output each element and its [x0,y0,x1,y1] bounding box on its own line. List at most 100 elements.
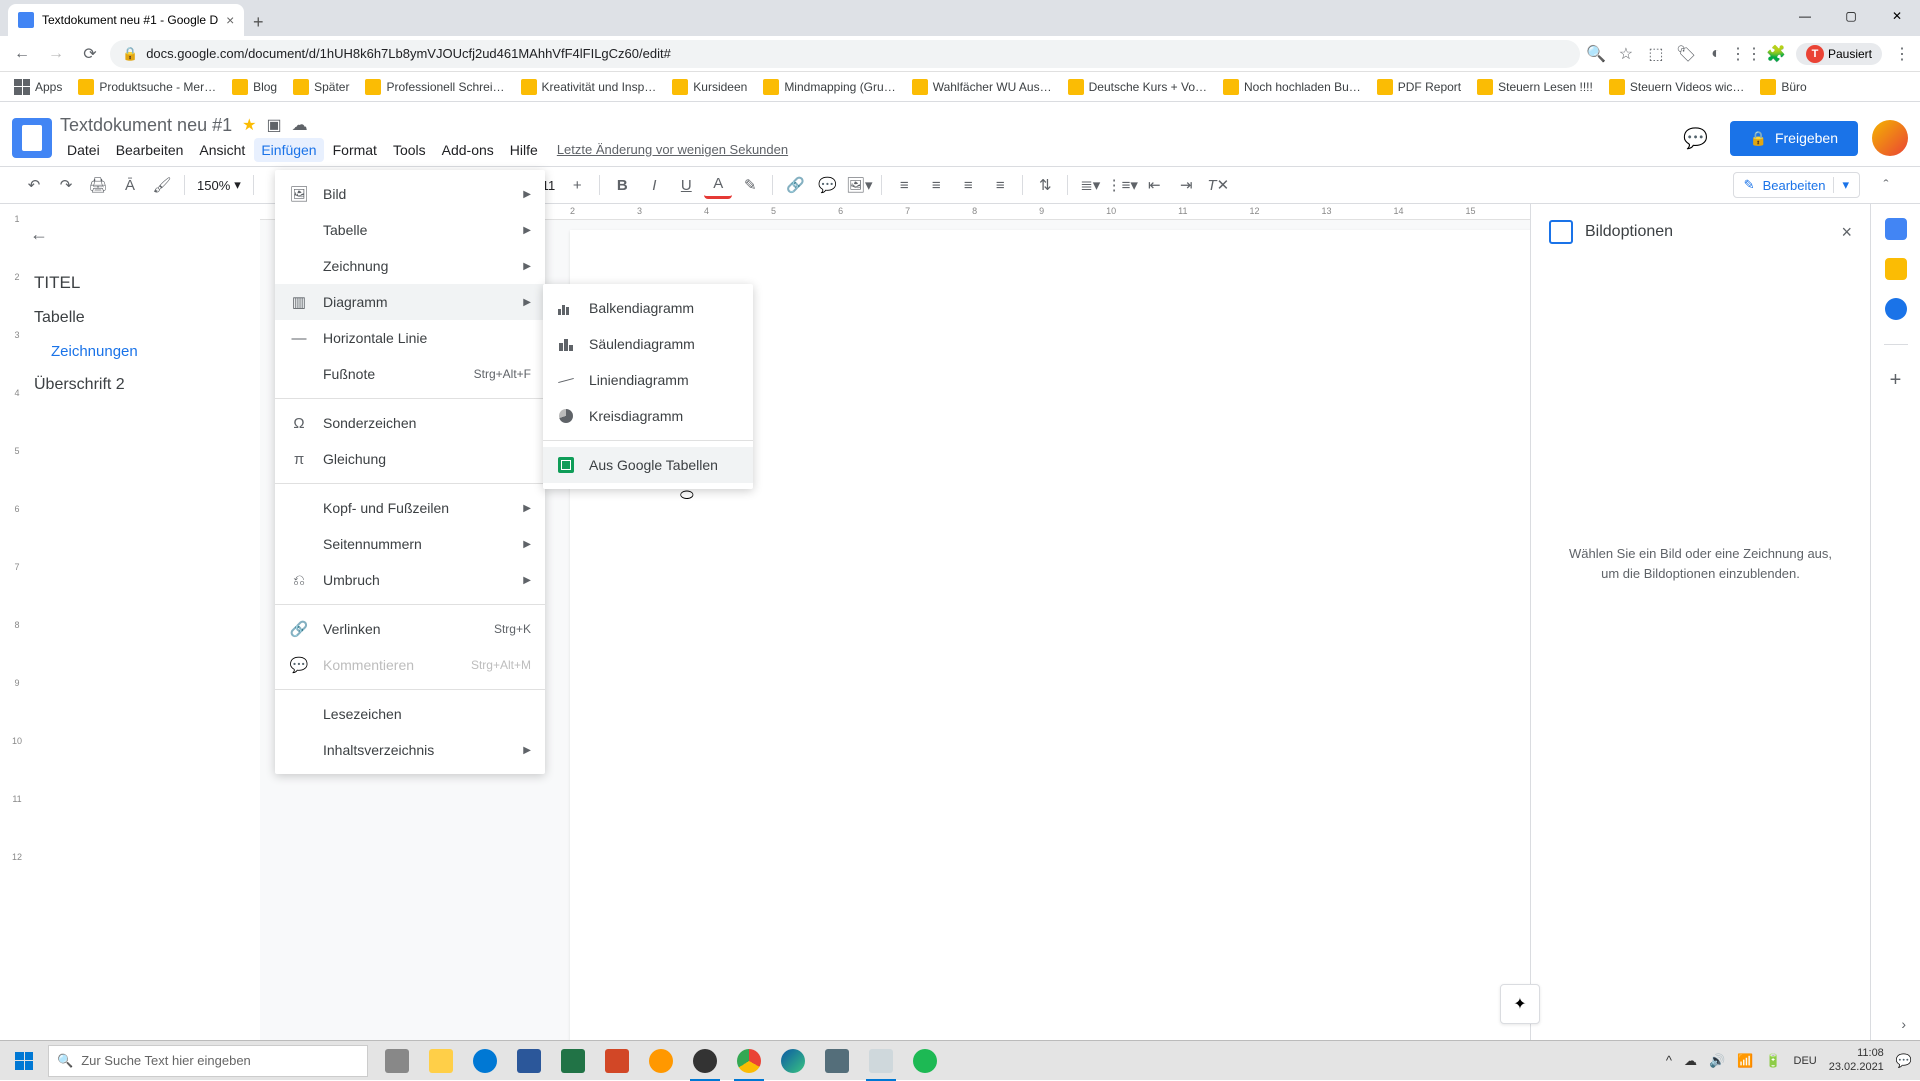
outline-item[interactable]: Überschrift 2 [30,368,244,402]
bookmark-item[interactable]: Produktsuche - Mer… [72,75,222,99]
align-center[interactable]: ≡ [922,171,950,199]
bookmark-star-icon[interactable]: ☆ [1616,44,1636,64]
insert-menu-item[interactable]: ▥Diagramm▶ [275,284,545,320]
nav-back[interactable]: ← [8,40,36,68]
line-spacing[interactable]: ⇅ [1031,171,1059,199]
tray-clock[interactable]: 11:08 23.02.2021 [1829,1047,1884,1073]
url-field[interactable]: 🔒 docs.google.com/document/d/1hUH8k6h7Lb… [110,40,1580,68]
ext-icon-3[interactable]: ◐ [1706,44,1726,64]
menu-datei[interactable]: Datei [60,138,107,162]
bookmark-apps[interactable]: Apps [8,75,68,99]
insert-menu-item[interactable]: —Horizontale Linie [275,320,545,356]
bookmark-item[interactable]: Kreativität und Insp… [515,75,663,99]
new-tab-button[interactable]: + [244,8,272,36]
text-color-button[interactable]: A [704,171,732,199]
fontsize-plus[interactable]: + [563,171,591,199]
taskbar-search[interactable]: 🔍 Zur Suche Text hier eingeben [48,1045,368,1077]
numbered-list[interactable]: ≣▾ [1076,171,1104,199]
explorer-icon[interactable] [420,1041,462,1081]
calendar-icon[interactable] [1885,218,1907,240]
insert-menu-item[interactable]: 🔗VerlinkenStrg+K [275,611,545,647]
profile-chip[interactable]: T Pausiert [1796,43,1882,65]
image-button[interactable]: 🖼▾ [845,171,873,199]
spotify-icon[interactable] [904,1041,946,1081]
menu-tools[interactable]: Tools [386,138,433,162]
highlight-button[interactable]: ✎ [736,171,764,199]
align-left[interactable]: ≡ [890,171,918,199]
paint-format-button[interactable]: 🖌 [148,171,176,199]
zoom-icon[interactable]: 🔍 [1586,44,1606,64]
outline-item[interactable]: Tabelle [30,301,244,335]
insert-menu-item[interactable]: Seitennummern▶ [275,526,545,562]
bookmark-item[interactable]: Mindmapping (Gru… [757,75,901,99]
bookmark-item[interactable]: Noch hochladen Bu… [1217,75,1367,99]
keep-icon[interactable] [1885,258,1907,280]
window-close[interactable]: ✕ [1874,0,1920,32]
nav-forward[interactable]: → [42,40,70,68]
chart-submenu-item[interactable]: Liniendiagramm [543,362,753,398]
menu-einfuegen[interactable]: Einfügen [254,138,323,162]
window-minimize[interactable]: ― [1782,0,1828,32]
menu-ansicht[interactable]: Ansicht [192,138,252,162]
menu-format[interactable]: Format [326,138,384,162]
insert-menu-item[interactable]: Lesezeichen [275,696,545,732]
doc-title[interactable]: Textdokument neu #1 [60,115,232,136]
outline-back-icon[interactable]: ← [30,224,244,245]
start-button[interactable] [0,1041,48,1081]
move-icon[interactable]: ▣ [266,115,281,135]
outline-item[interactable]: TITEL [30,265,244,301]
underline-button[interactable]: U [672,171,700,199]
rail-expand-icon[interactable]: › [1901,1016,1906,1032]
chrome-menu-icon[interactable]: ⋮ [1892,44,1912,64]
obs-icon[interactable] [684,1041,726,1081]
panel-close-icon[interactable]: × [1841,222,1852,243]
powerpoint-icon[interactable] [596,1041,638,1081]
tray-sync-icon[interactable]: ☁ [1684,1053,1697,1069]
menu-bearbeiten[interactable]: Bearbeiten [109,138,191,162]
app-icon[interactable] [640,1041,682,1081]
chart-submenu-item[interactable]: Kreisdiagramm [543,398,753,434]
window-maximize[interactable]: ▢ [1828,0,1874,32]
tray-chevron-icon[interactable]: ^ [1666,1053,1672,1068]
star-icon[interactable]: ★ [242,115,256,135]
insert-menu-item[interactable]: Kopf- und Fußzeilen▶ [275,490,545,526]
bookmark-item[interactable]: Kursideen [666,75,753,99]
outline-item[interactable]: Zeichnungen [30,335,244,368]
align-justify[interactable]: ≡ [986,171,1014,199]
chart-submenu-item[interactable]: Säulendiagramm [543,326,753,362]
print-button[interactable]: 🖨 [84,171,112,199]
extensions-icon[interactable]: 🧩 [1766,44,1786,64]
add-addon-icon[interactable]: + [1890,369,1902,392]
cloud-saved-icon[interactable]: ☁ [292,115,308,135]
task-view-icon[interactable] [376,1041,418,1081]
ext-icon-1[interactable]: ⬚ [1646,44,1666,64]
ext-icon-4[interactable]: ⋮⋮ [1736,44,1756,64]
browser-tab[interactable]: Textdokument neu #1 - Google D × [8,4,244,36]
insert-menu-item[interactable]: Inhaltsverzeichnis▶ [275,732,545,768]
indent[interactable]: ⇥ [1172,171,1200,199]
insert-menu-item[interactable]: Zeichnung▶ [275,248,545,284]
undo-button[interactable]: ↶ [20,171,48,199]
bookmark-item[interactable]: Steuern Lesen !!!! [1471,75,1599,99]
editing-mode-dropdown[interactable]: ✎ Bearbeiten ▾ [1733,172,1860,198]
bookmark-item[interactable]: Steuern Videos wic… [1603,75,1751,99]
nav-reload[interactable]: ⟳ [76,40,104,68]
tray-battery-icon[interactable]: 🔋 [1765,1053,1781,1069]
bulleted-list[interactable]: ⋮≡▾ [1108,171,1136,199]
ext-icon-2[interactable]: 🏷 [1676,44,1696,64]
insert-menu-item[interactable]: 🖼Bild▶ [275,176,545,212]
bold-button[interactable]: B [608,171,636,199]
align-right[interactable]: ≡ [954,171,982,199]
insert-menu-item[interactable]: FußnoteStrg+Alt+F [275,356,545,392]
insert-menu-item[interactable]: ΩSonderzeichen [275,405,545,441]
menu-hilfe[interactable]: Hilfe [503,138,545,162]
tray-lang[interactable]: DEU [1794,1055,1817,1067]
notifications-icon[interactable]: 💬 [1896,1053,1912,1069]
redo-button[interactable]: ↷ [52,171,80,199]
bookmark-item[interactable]: Büro [1754,75,1812,99]
tray-wifi-icon[interactable]: 📶 [1737,1053,1753,1069]
bookmark-item[interactable]: Blog [226,75,283,99]
chrome-icon[interactable] [728,1041,770,1081]
outdent[interactable]: ⇤ [1140,171,1168,199]
zoom-select[interactable]: 150%▾ [193,177,245,193]
